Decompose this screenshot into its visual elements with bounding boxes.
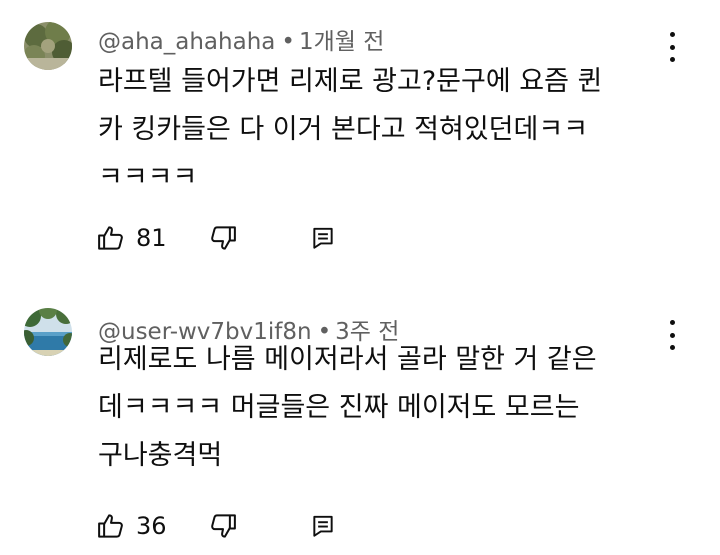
separator-dot: • (281, 29, 295, 55)
like-count: 36 (136, 512, 167, 540)
thumb-up-icon (98, 226, 123, 250)
comment-text: 라프텔 들어가면 리제로 광고?문구에 요즘 퀸 카 킹카들은 다 이거 본다고… (98, 66, 603, 193)
comment-item: @aha_ahahaha • 1개월 전 라프텔 들어가면 리제로 광고?문구에 요… (0, 0, 720, 280)
comment-item: @user-wv7bv1if8n • 3주 전 리제로도 나름 메이저라서 골라 말… (0, 286, 720, 555)
avatar[interactable] (24, 308, 72, 356)
author-name[interactable]: @aha_ahahaha (98, 29, 275, 55)
avatar[interactable] (24, 22, 72, 70)
thumb-down-icon (211, 514, 236, 538)
more-vert-icon[interactable] (660, 318, 684, 352)
reply-button[interactable] (310, 510, 336, 542)
like-button[interactable] (96, 510, 126, 542)
like-button[interactable] (96, 222, 126, 254)
reply-icon (313, 227, 333, 249)
more-vert-icon[interactable] (660, 30, 684, 64)
comment-meta: @aha_ahahaha • 1개월 전 (98, 22, 384, 56)
thumb-down-icon (211, 226, 236, 250)
comment-time: 1개월 전 (298, 29, 385, 55)
thumb-up-icon (98, 514, 123, 538)
comment-text: 리제로도 나름 메이저라서 골라 말한 거 같은 데ㅋㅋㅋㅋ 머글들은 진짜 메… (98, 344, 597, 471)
dislike-button[interactable] (208, 222, 238, 254)
like-count: 81 (136, 224, 167, 252)
dislike-button[interactable] (208, 510, 238, 542)
reply-icon (313, 515, 333, 537)
reply-button[interactable] (310, 222, 336, 254)
